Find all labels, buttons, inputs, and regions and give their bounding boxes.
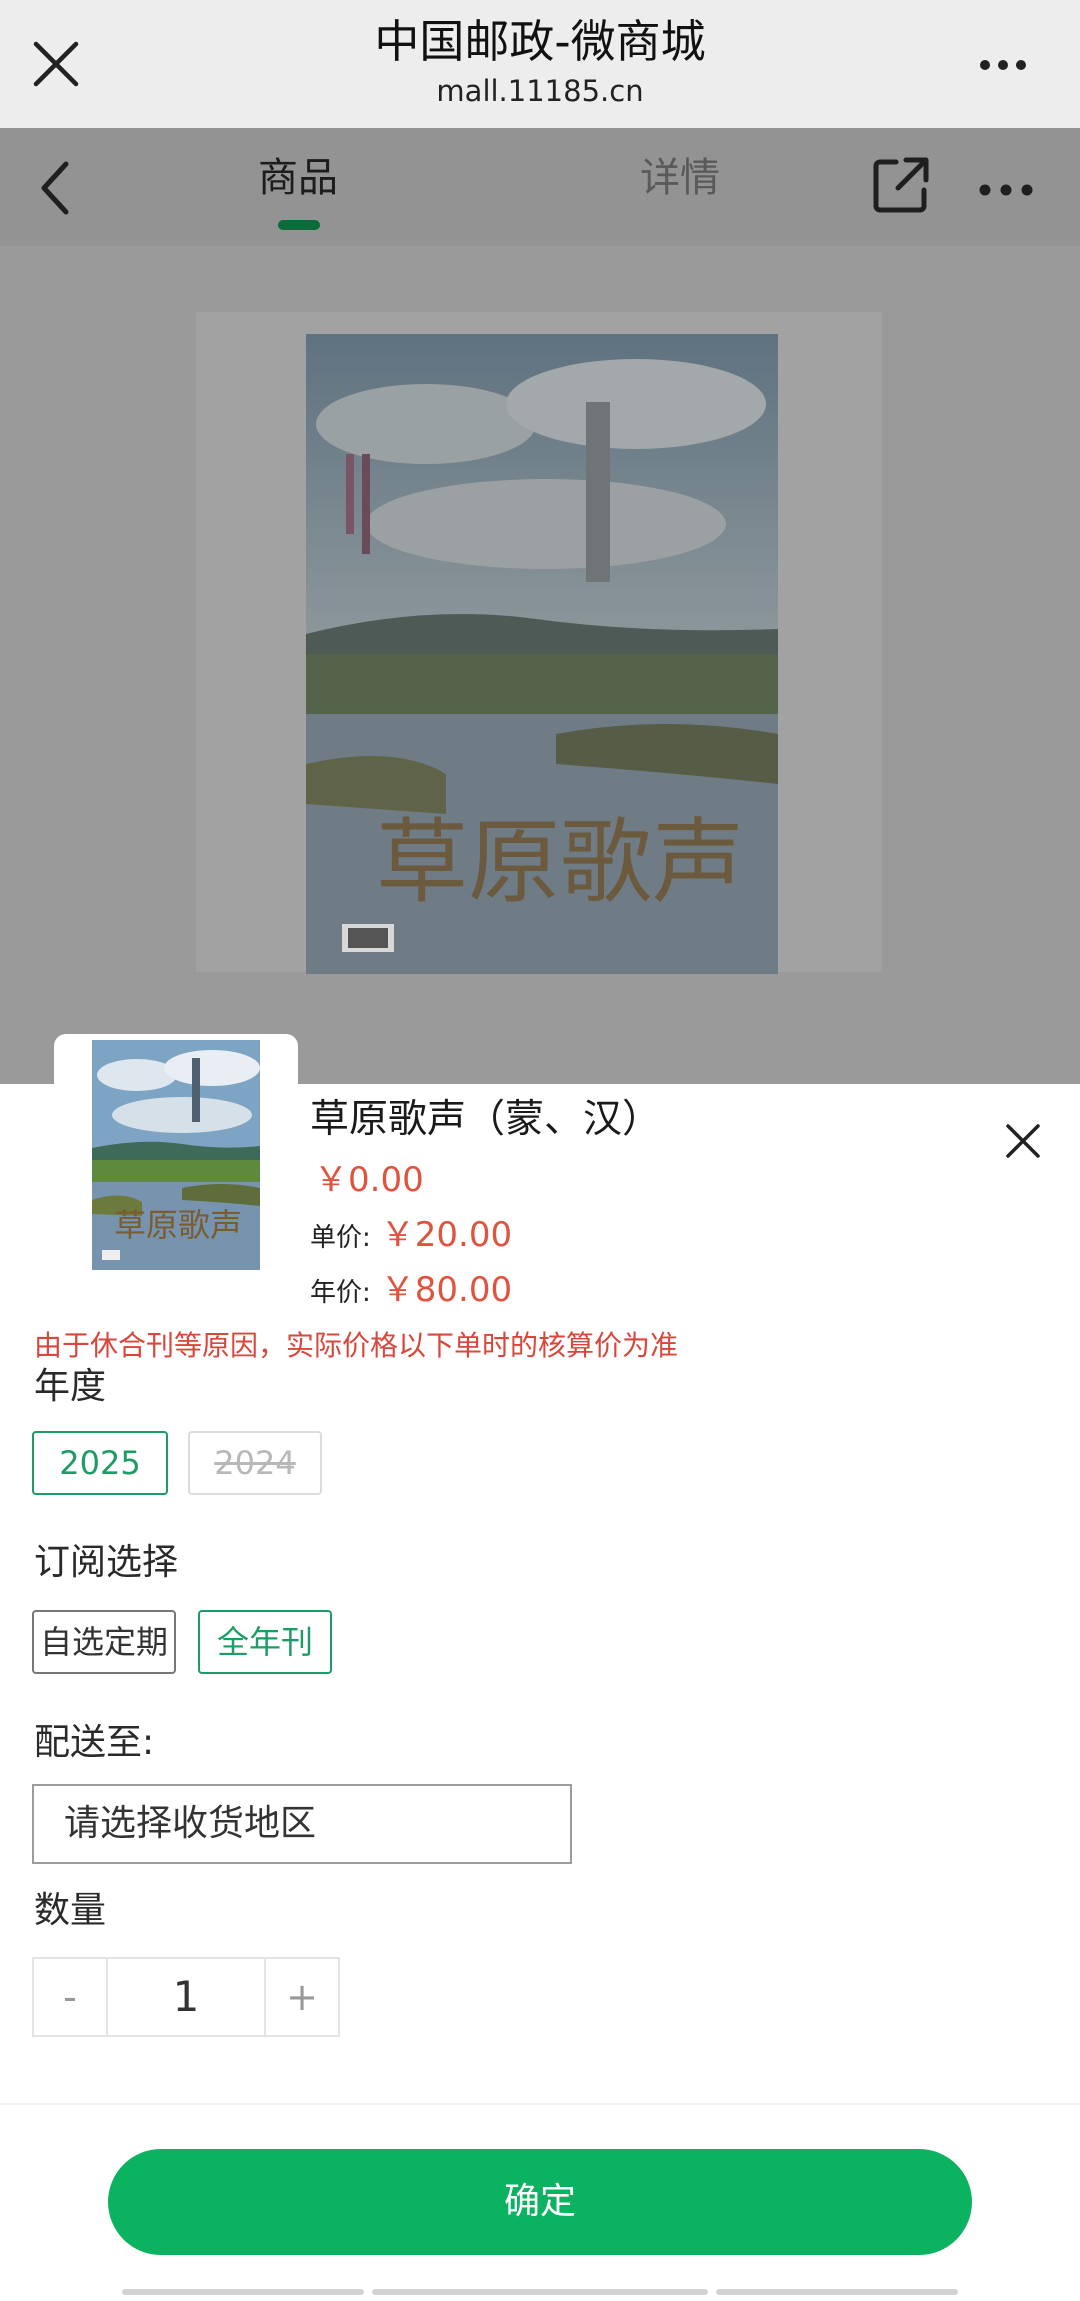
magazine-cover-image: 草原歌声	[306, 334, 778, 974]
more-icon[interactable]	[978, 183, 1034, 197]
gesture-bar-segment	[716, 2289, 958, 2295]
browser-top-bar: 中国邮政-微商城 mall.11185.cn	[0, 0, 1080, 128]
browser-title-block: 中国邮政-微商城 mall.11185.cn	[0, 12, 1080, 110]
browser-url: mall.11185.cn	[436, 74, 644, 108]
year-section-label: 年度	[34, 1366, 107, 1407]
shipping-region-select[interactable]: 请选择收货地区	[32, 1784, 572, 1864]
unit-price-label: 单价:	[310, 1223, 371, 1253]
browser-title: 中国邮政-微商城	[374, 15, 706, 68]
subscription-section-label: 订阅选择	[34, 1542, 179, 1583]
product-thumbnail: 草原歌声	[92, 1040, 260, 1270]
year-price-label: 年价:	[310, 1278, 371, 1308]
product-title: 草原歌声（蒙、汉）	[310, 1097, 662, 1142]
year-price-row: 年价: ￥80.00	[310, 1266, 512, 1317]
current-price: ￥0.00	[314, 1160, 424, 1200]
quantity-decrement-button[interactable]: -	[32, 1957, 108, 2037]
quantity-increment-button[interactable]: +	[264, 1957, 340, 2037]
tab-goods[interactable]: 商品	[258, 148, 338, 208]
quantity-section-label: 数量	[34, 1890, 107, 1931]
year-option-2025[interactable]: 2025	[32, 1431, 168, 1495]
share-icon[interactable]	[872, 156, 930, 214]
confirm-button[interactable]: 确定	[108, 2149, 972, 2255]
active-tab-indicator	[278, 220, 320, 230]
product-nav-bar: 商品 详情	[0, 128, 1080, 246]
svg-text:草原歌声: 草原歌声	[376, 809, 744, 916]
tab-details[interactable]: 详情	[640, 148, 720, 208]
quantity-input[interactable]: 1	[106, 1957, 266, 2037]
svg-text:草原歌声: 草原歌声	[114, 1206, 242, 1244]
close-icon[interactable]	[1004, 1122, 1042, 1160]
more-icon[interactable]	[978, 58, 1028, 72]
footer-divider	[0, 2103, 1080, 2105]
subscription-option-custom[interactable]: 自选定期	[32, 1610, 176, 1674]
unit-price-value: ￥20.00	[380, 1215, 513, 1255]
back-arrow-icon[interactable]	[36, 158, 76, 218]
gesture-bar-segment	[372, 2289, 708, 2295]
subscription-option-full-year[interactable]: 全年刊	[198, 1610, 332, 1674]
unit-price-row: 单价: ￥20.00	[310, 1211, 512, 1262]
year-price-value: ￥80.00	[380, 1270, 513, 1310]
price-notice: 由于休合刊等原因，实际价格以下单时的核算价为准	[34, 1329, 679, 1362]
year-option-2024[interactable]: 2024	[188, 1431, 322, 1495]
gesture-bar-segment	[122, 2289, 364, 2295]
shipping-section-label: 配送至:	[34, 1722, 155, 1763]
